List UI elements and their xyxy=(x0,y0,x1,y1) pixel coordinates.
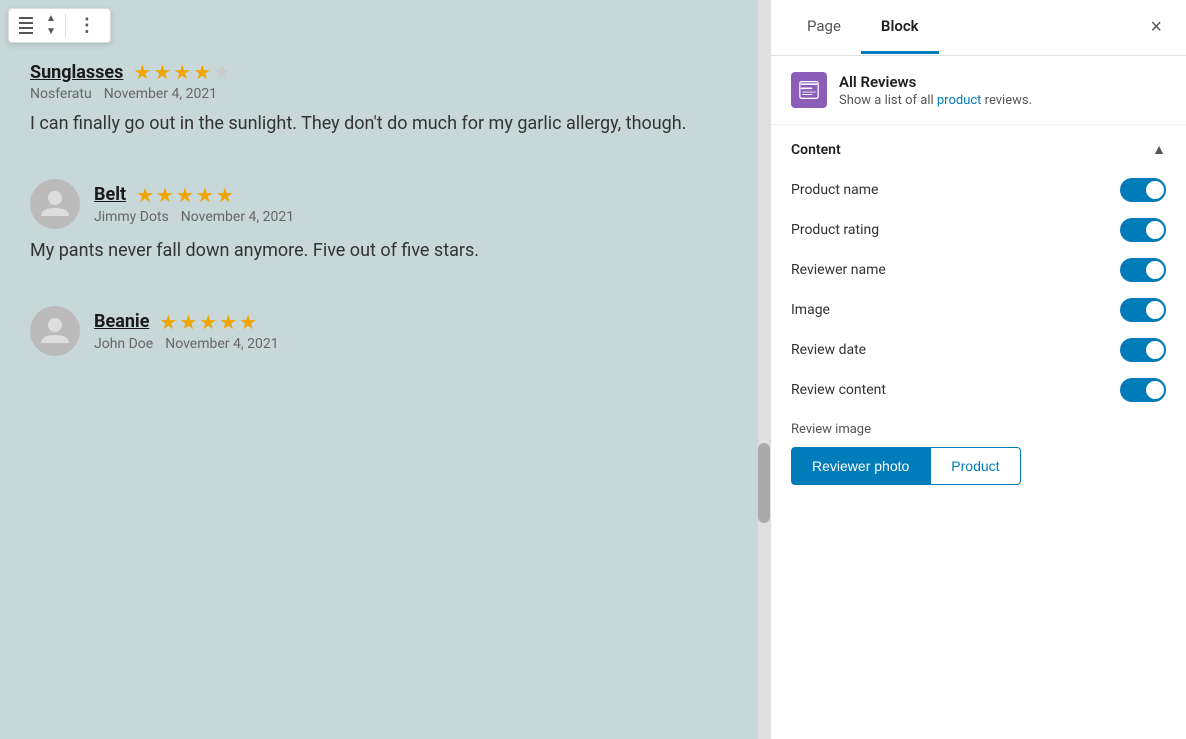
reviewer-photo-button[interactable]: Reviewer photo xyxy=(791,447,930,485)
review-content: I can finally go out in the sunlight. Th… xyxy=(30,110,740,139)
star-1: ★ xyxy=(133,60,151,84)
setting-image: Image xyxy=(791,290,1166,330)
block-title: All Reviews xyxy=(839,73,1032,91)
avatar xyxy=(30,179,80,229)
more-options-button[interactable]: ⋮ xyxy=(72,13,104,38)
review-date: November 4, 2021 xyxy=(165,336,278,352)
setting-reviewer-name: Reviewer name xyxy=(791,250,1166,290)
review-header: Belt ★ ★ ★ ★ ★ Jimmy Dots November 4, 20… xyxy=(30,179,740,229)
star-3: ★ xyxy=(176,183,194,207)
star-rating: ★ ★ ★ ★ ★ xyxy=(159,310,257,334)
setting-review-content: Review content xyxy=(791,370,1166,410)
move-arrows[interactable]: ▲ ▼ xyxy=(43,13,59,38)
image-type-buttons: Reviewer photo Product xyxy=(791,447,1166,485)
tab-block[interactable]: Block xyxy=(861,1,939,54)
product-name[interactable]: Sunglasses xyxy=(30,62,123,83)
block-toolbar: ▲ ▼ ⋮ xyxy=(8,8,111,43)
star-1: ★ xyxy=(159,310,177,334)
star-4: ★ xyxy=(193,60,211,84)
toggle-image[interactable] xyxy=(1120,298,1166,322)
list-item: Beanie ★ ★ ★ ★ ★ John Doe November 4, 20… xyxy=(30,306,740,356)
setting-label-product-rating: Product rating xyxy=(791,222,879,238)
move-up-button[interactable]: ▲ xyxy=(43,13,59,25)
tabs-container: Page Block xyxy=(787,1,939,54)
block-icon xyxy=(791,72,827,108)
review-date: November 4, 2021 xyxy=(104,86,217,102)
content-section-header[interactable]: Content ▲ xyxy=(791,125,1166,170)
list-item: Belt ★ ★ ★ ★ ★ Jimmy Dots November 4, 20… xyxy=(30,179,740,266)
review-content: My pants never fall down anymore. Five o… xyxy=(30,237,740,266)
star-2: ★ xyxy=(179,310,197,334)
close-button[interactable]: × xyxy=(1142,8,1170,47)
chevron-up-icon: ▲ xyxy=(1152,141,1166,158)
star-rating: ★ ★ ★ ★ ★ xyxy=(136,183,234,207)
scrollbar[interactable] xyxy=(758,0,770,739)
star-4: ★ xyxy=(196,183,214,207)
reviews-list: Sunglasses ★ ★ ★ ★ ★ Nosferatu November … xyxy=(0,0,770,416)
star-2: ★ xyxy=(156,183,174,207)
star-5: ★ xyxy=(239,310,257,334)
review-meta: Sunglasses ★ ★ ★ ★ ★ Nosferatu November … xyxy=(30,60,231,102)
move-down-button[interactable]: ▼ xyxy=(43,26,59,38)
setting-review-date: Review date xyxy=(791,330,1166,370)
star-2: ★ xyxy=(153,60,171,84)
review-header: Beanie ★ ★ ★ ★ ★ John Doe November 4, 20… xyxy=(30,306,740,356)
review-header: Sunglasses ★ ★ ★ ★ ★ Nosferatu November … xyxy=(30,60,740,102)
star-3: ★ xyxy=(173,60,191,84)
toggle-reviewer-name[interactable] xyxy=(1120,258,1166,282)
review-product-row: Belt ★ ★ ★ ★ ★ xyxy=(94,183,294,207)
review-date: November 4, 2021 xyxy=(181,209,294,225)
review-author-date: John Doe November 4, 2021 xyxy=(94,336,279,352)
scrollbar-thumb[interactable] xyxy=(758,443,770,523)
reviewer-name: Jimmy Dots xyxy=(94,209,169,225)
product-button[interactable]: Product xyxy=(930,447,1020,485)
review-meta: Belt ★ ★ ★ ★ ★ Jimmy Dots November 4, 20… xyxy=(94,183,294,225)
setting-product-name: Product name xyxy=(791,170,1166,210)
setting-label-reviewer-name: Reviewer name xyxy=(791,262,886,278)
toggle-review-content[interactable] xyxy=(1120,378,1166,402)
settings-panel: Content ▲ Product name Product rating Re… xyxy=(771,125,1186,739)
review-product-row: Beanie ★ ★ ★ ★ ★ xyxy=(94,310,279,334)
list-item: Sunglasses ★ ★ ★ ★ ★ Nosferatu November … xyxy=(30,60,740,139)
tab-page[interactable]: Page xyxy=(787,1,861,54)
setting-label-review-date: Review date xyxy=(791,342,866,358)
product-link[interactable]: product xyxy=(937,93,982,108)
block-title-area: All Reviews Show a list of all product r… xyxy=(839,73,1032,108)
panel-tabs: Page Block × xyxy=(771,0,1186,56)
review-author-date: Nosferatu November 4, 2021 xyxy=(30,86,231,102)
block-description: Show a list of all product reviews. xyxy=(839,93,1032,108)
toggle-product-name[interactable] xyxy=(1120,178,1166,202)
toggle-review-date[interactable] xyxy=(1120,338,1166,362)
star-1: ★ xyxy=(136,183,154,207)
product-name[interactable]: Belt xyxy=(94,184,126,205)
star-5: ★ xyxy=(213,60,231,84)
setting-label-image: Image xyxy=(791,302,830,318)
star-3: ★ xyxy=(199,310,217,334)
avatar xyxy=(30,306,80,356)
drag-handle[interactable] xyxy=(15,13,37,38)
setting-label-review-content: Review content xyxy=(791,382,886,398)
star-rating: ★ ★ ★ ★ ★ xyxy=(133,60,231,84)
setting-label-product-name: Product name xyxy=(791,182,878,198)
right-panel: Page Block × All Reviews Show a list of … xyxy=(770,0,1186,739)
review-image-section: Review image Reviewer photo Product xyxy=(791,410,1166,485)
setting-product-rating: Product rating xyxy=(791,210,1166,250)
review-author-date: Jimmy Dots November 4, 2021 xyxy=(94,209,294,225)
reviewer-name: Nosferatu xyxy=(30,86,92,102)
content-section-title: Content xyxy=(791,142,841,158)
review-meta: Beanie ★ ★ ★ ★ ★ John Doe November 4, 20… xyxy=(94,310,279,352)
review-image-label: Review image xyxy=(791,422,1166,437)
toolbar-divider xyxy=(65,14,66,38)
review-product-row: Sunglasses ★ ★ ★ ★ ★ xyxy=(30,60,231,84)
toggle-product-rating[interactable] xyxy=(1120,218,1166,242)
product-name[interactable]: Beanie xyxy=(94,311,149,332)
star-5: ★ xyxy=(216,183,234,207)
left-panel: ▲ ▼ ⋮ Sunglasses ★ ★ ★ ★ ★ xyxy=(0,0,770,739)
block-info: All Reviews Show a list of all product r… xyxy=(771,56,1186,125)
reviewer-name: John Doe xyxy=(94,336,153,352)
star-4: ★ xyxy=(219,310,237,334)
